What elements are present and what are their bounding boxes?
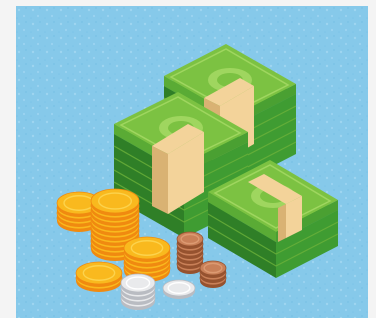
copper-coin-stack (176, 231, 204, 274)
silver-coin-stack (162, 279, 196, 299)
gold-coin-stack (75, 261, 123, 292)
money-illustration (16, 6, 368, 318)
illustration-panel (16, 6, 368, 318)
silver-coin-stack (120, 273, 156, 310)
copper-coin-stack (199, 260, 227, 288)
image-frame (0, 0, 376, 318)
